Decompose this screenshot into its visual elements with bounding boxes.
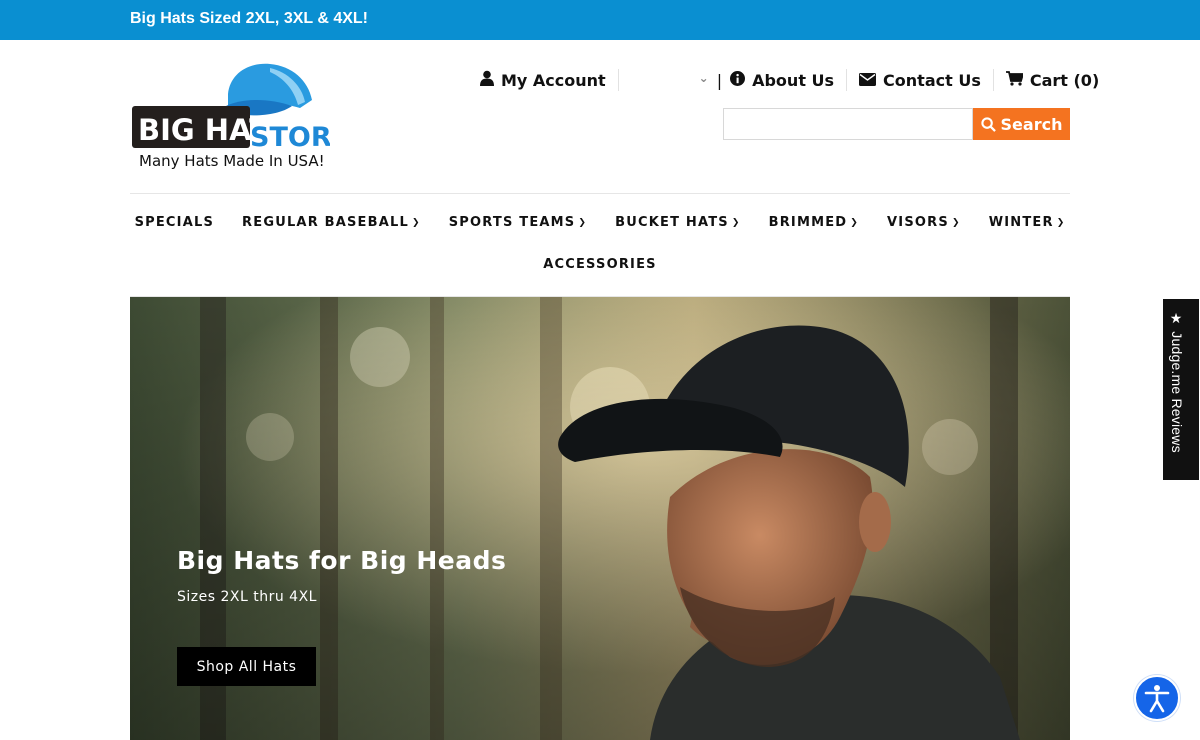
nav-brimmed[interactable]: BRIMMED ❯ [769,215,859,230]
accessibility-button[interactable] [1134,675,1180,721]
search-button-label: Search [1000,114,1063,134]
header-divider [130,193,1070,194]
top-navigation: My Account ⌄ | About Us Contact Us Cart … [480,68,1099,92]
shop-all-hats-button[interactable]: Shop All Hats [177,647,316,686]
nav-label: WINTER [988,215,1054,230]
main-navigation-row2: ACCESSORIES [130,257,1070,272]
chevron-down-icon: ❯ [1056,217,1066,228]
nav-label: BRIMMED [768,215,848,230]
search-icon [980,116,996,132]
cart-link[interactable]: Cart (0) [1005,68,1100,92]
contact-us-link[interactable]: Contact Us [859,68,981,92]
nav-sports-teams[interactable]: SPORTS TEAMS ❯ [449,215,587,230]
chevron-down-icon: ❯ [578,217,588,228]
logo-word-store: STORE [250,122,330,152]
reviews-tab[interactable]: ★ Judge.me Reviews [1162,298,1200,481]
nav-label: REGULAR BASEBALL [242,215,409,230]
announcement-text: Big Hats Sized 2XL, 3XL & 4XL! [130,10,368,27]
chevron-down-icon: ❯ [411,217,421,228]
about-us-label: About Us [752,70,835,90]
accessibility-icon [1144,685,1170,713]
about-us-link[interactable]: About Us [730,68,834,92]
pipe-separator: | [716,70,723,90]
divider [992,69,994,91]
nav-label: VISORS [887,215,949,230]
nav-label: BUCKET HATS [615,215,729,230]
nav-regular-baseball[interactable]: REGULAR BASEBALL ❯ [242,215,421,230]
nav-accessories[interactable]: ACCESSORIES [543,257,657,272]
nav-specials[interactable]: SPECIALS [135,215,214,230]
nav-label: SPORTS TEAMS [448,215,576,230]
cap-logo-icon: BIG HAT STORE [132,63,330,152]
nav-winter[interactable]: WINTER ❯ [989,215,1066,230]
reviews-tab-label: ★ Judge.me Reviews [1169,311,1185,453]
chevron-down-icon: ❯ [951,217,961,228]
my-account-link[interactable]: My Account [480,68,606,92]
nav-label: SPECIALS [134,215,215,230]
envelope-icon [859,71,877,90]
chevron-down-icon: ❯ [850,217,860,228]
chevron-down-icon: ❯ [731,217,741,228]
cart-label: Cart (0) [1029,70,1100,90]
user-icon [480,70,494,90]
divider [846,69,848,91]
main-navigation: SPECIALS REGULAR BASEBALL ❯ SPORTS TEAMS ❯… [130,215,1070,230]
logo-tagline: Many Hats Made In USA! [139,152,325,170]
search-input[interactable] [723,108,973,140]
hero-subtitle: Sizes 2XL thru 4XL [177,589,317,605]
nav-label: ACCESSORIES [543,257,657,272]
nav-bucket-hats[interactable]: BUCKET HATS ❯ [615,215,740,230]
cart-icon [1005,70,1025,90]
divider [617,69,619,91]
announcement-bar: Big Hats Sized 2XL, 3XL & 4XL! [0,0,1200,40]
currency-select[interactable]: ⌄ [633,69,713,91]
my-account-label: My Account [501,70,606,90]
info-icon [730,70,746,90]
hero-banner: Big Hats for Big Heads Sizes 2XL thru 4X… [130,297,1070,740]
hero-title: Big Hats for Big Heads [177,546,507,575]
nav-visors[interactable]: VISORS ❯ [887,215,961,230]
chevron-down-icon: ⌄ [698,71,709,85]
search-button[interactable]: Search [973,108,1070,140]
contact-us-label: Contact Us [883,70,981,90]
